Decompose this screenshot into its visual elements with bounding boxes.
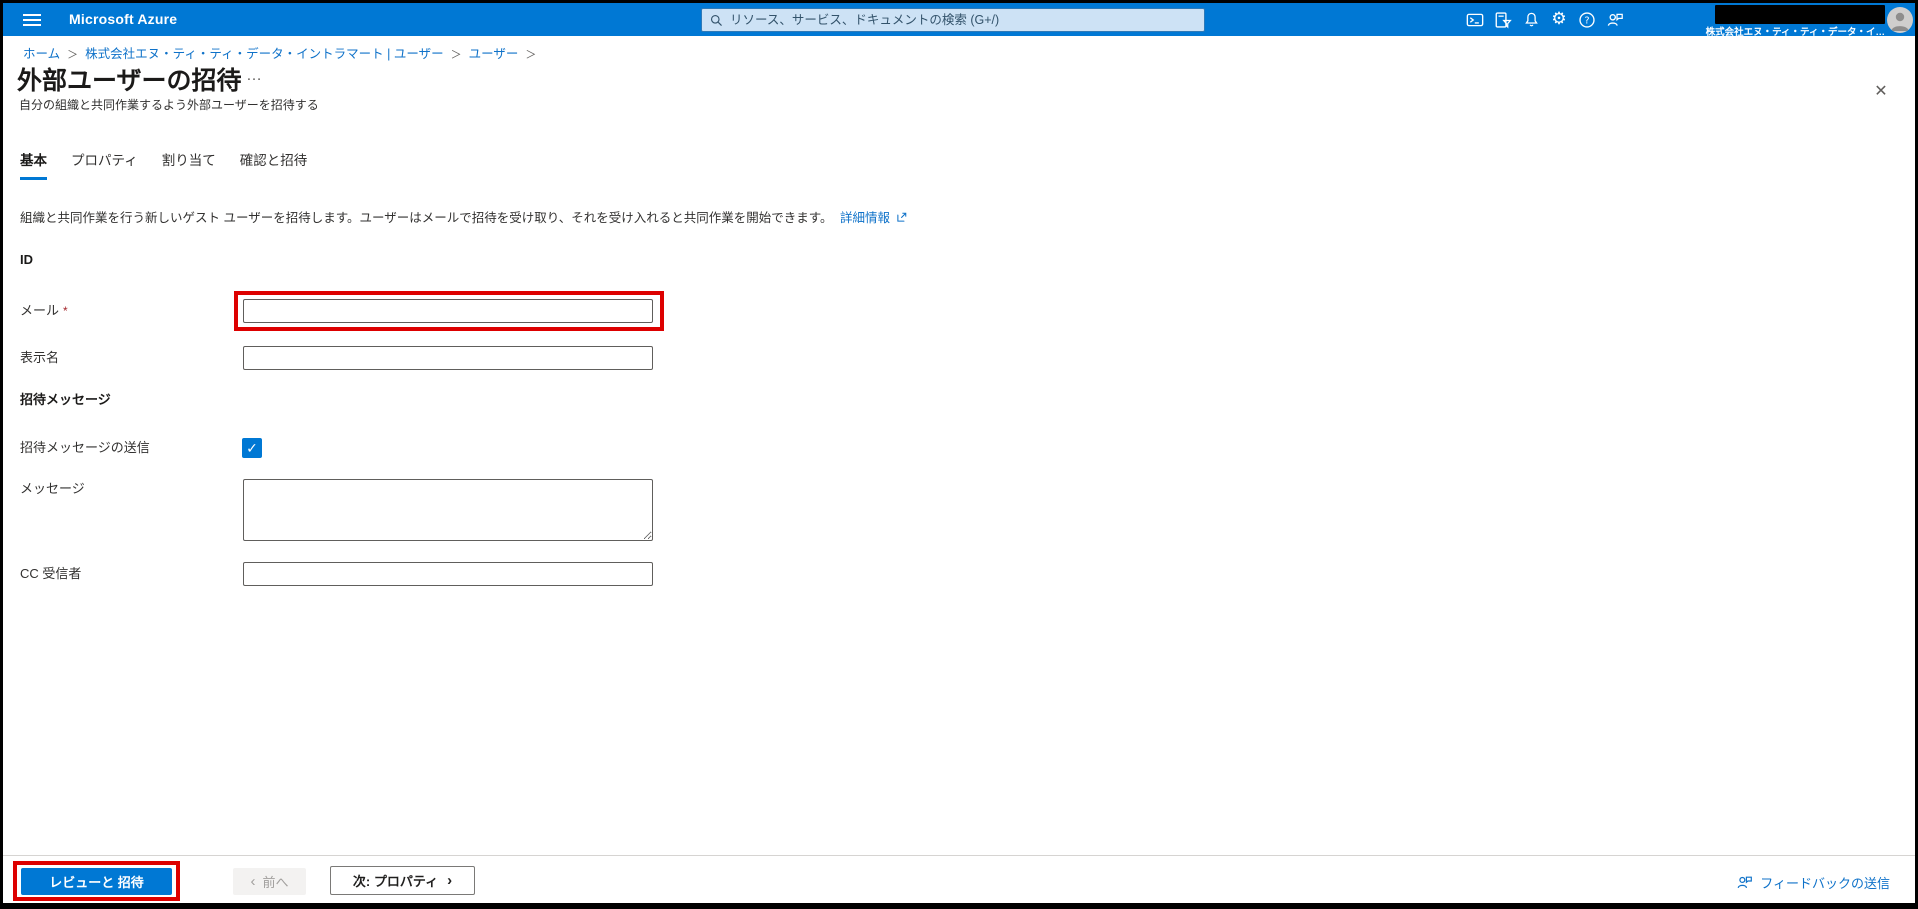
topbar-icon-strip: ⚙ ? xyxy=(1461,3,1629,36)
directory-filter-icon xyxy=(1495,11,1512,28)
display-name-input[interactable] xyxy=(243,346,653,370)
required-asterisk: * xyxy=(63,304,68,318)
help-icon: ? xyxy=(1579,11,1595,28)
help-button[interactable]: ? xyxy=(1573,3,1601,36)
email-label: メール * xyxy=(20,303,68,318)
intro-description: 組織と共同作業を行う新しいゲスト ユーザーを招待します。ユーザーはメールで招待を… xyxy=(20,211,833,225)
tenant-name: 株式会社エヌ・ティ・ティ・データ・イ… xyxy=(1705,27,1885,36)
page-subtitle: 自分の組織と共同作業するよう外部ユーザーを招待する xyxy=(19,98,319,112)
search-input[interactable] xyxy=(730,13,1196,27)
invite-message-section-header: 招待メッセージ xyxy=(20,392,111,407)
breadcrumb: ホーム ＞ 株式会社エヌ・ティ・ティ・データ・イントラマート | ユーザー ＞ ユーザー… xyxy=(23,43,543,62)
feedback-button[interactable] xyxy=(1601,3,1629,36)
chevron-right-icon: › xyxy=(447,872,453,889)
avatar-person-icon xyxy=(1891,12,1909,31)
breadcrumb-separator: ＞ xyxy=(67,49,79,61)
next-properties-button[interactable]: 次: プロパティ › xyxy=(330,866,475,895)
avatar[interactable] xyxy=(1887,7,1913,33)
settings-button[interactable]: ⚙ xyxy=(1545,3,1573,36)
notifications-bell-icon xyxy=(1524,12,1538,27)
send-feedback-label: フィードバックの送信 xyxy=(1760,875,1890,891)
directory-filter-button[interactable] xyxy=(1489,3,1517,36)
external-link-icon xyxy=(897,212,907,222)
notifications-button[interactable] xyxy=(1517,3,1545,36)
feedback-person-icon xyxy=(1607,13,1623,26)
feedback-icon xyxy=(1737,876,1753,888)
email-input[interactable] xyxy=(243,299,653,323)
footer-divider xyxy=(3,855,1915,856)
breadcrumb-home[interactable]: ホーム xyxy=(23,47,60,61)
learn-more-link[interactable]: 詳細情報 xyxy=(840,211,890,225)
settings-gear-icon: ⚙ xyxy=(1551,9,1567,29)
breadcrumb-separator: ＞ xyxy=(450,49,462,61)
tab-properties[interactable]: プロパティ xyxy=(71,149,138,180)
wizard-tabs: 基本 プロパティ 割り当て 確認と招待 xyxy=(20,149,307,180)
id-section-header: ID xyxy=(20,252,33,267)
search-icon xyxy=(710,14,722,26)
title-context-menu-button[interactable]: … xyxy=(246,67,263,85)
azure-top-bar: Microsoft Azure リソース、サービス、ドキュメントの検索 (G+/… xyxy=(3,3,1915,36)
tab-assignments[interactable]: 割り当て xyxy=(162,149,216,180)
checkmark-icon: ✓ xyxy=(246,440,258,456)
send-invite-checkbox[interactable]: ✓ xyxy=(242,438,262,458)
global-search[interactable] xyxy=(701,8,1205,32)
brand-title: Microsoft Azure xyxy=(69,11,178,27)
intro-text: 組織と共同作業を行う新しいゲスト ユーザーを招待します。ユーザーはメールで招待を… xyxy=(20,207,908,226)
close-button[interactable]: ✕ xyxy=(1867,77,1895,105)
hamburger-menu-icon[interactable] xyxy=(13,3,51,36)
send-feedback-link[interactable]: フィードバックの送信 xyxy=(1736,869,1890,895)
chevron-left-icon: ‹ xyxy=(250,873,256,890)
cloud-shell-icon xyxy=(1466,13,1484,26)
tab-review-invite[interactable]: 確認と招待 xyxy=(240,149,308,180)
previous-button: ‹ 前へ xyxy=(233,868,306,895)
breadcrumb-tenant-users[interactable]: 株式会社エヌ・ティ・ティ・データ・イントラマート | ユーザー xyxy=(85,47,443,61)
send-invite-label: 招待メッセージの送信 xyxy=(20,440,150,455)
message-textarea[interactable] xyxy=(243,479,653,541)
tab-basics[interactable]: 基本 xyxy=(20,149,47,180)
review-and-invite-button[interactable]: レビューと 招待 xyxy=(21,868,172,895)
breadcrumb-separator: ＞ xyxy=(525,49,537,61)
svg-text:?: ? xyxy=(1584,15,1589,26)
cloud-shell-button[interactable] xyxy=(1461,3,1489,36)
message-label: メッセージ xyxy=(20,481,85,496)
breadcrumb-users[interactable]: ユーザー xyxy=(469,47,519,61)
display-name-label: 表示名 xyxy=(20,350,60,365)
cc-recipient-input[interactable] xyxy=(243,562,653,586)
cc-recipient-label: CC 受信者 xyxy=(20,566,82,581)
page-title: 外部ユーザーの招待 xyxy=(17,67,242,95)
redacted-username xyxy=(1715,5,1885,24)
